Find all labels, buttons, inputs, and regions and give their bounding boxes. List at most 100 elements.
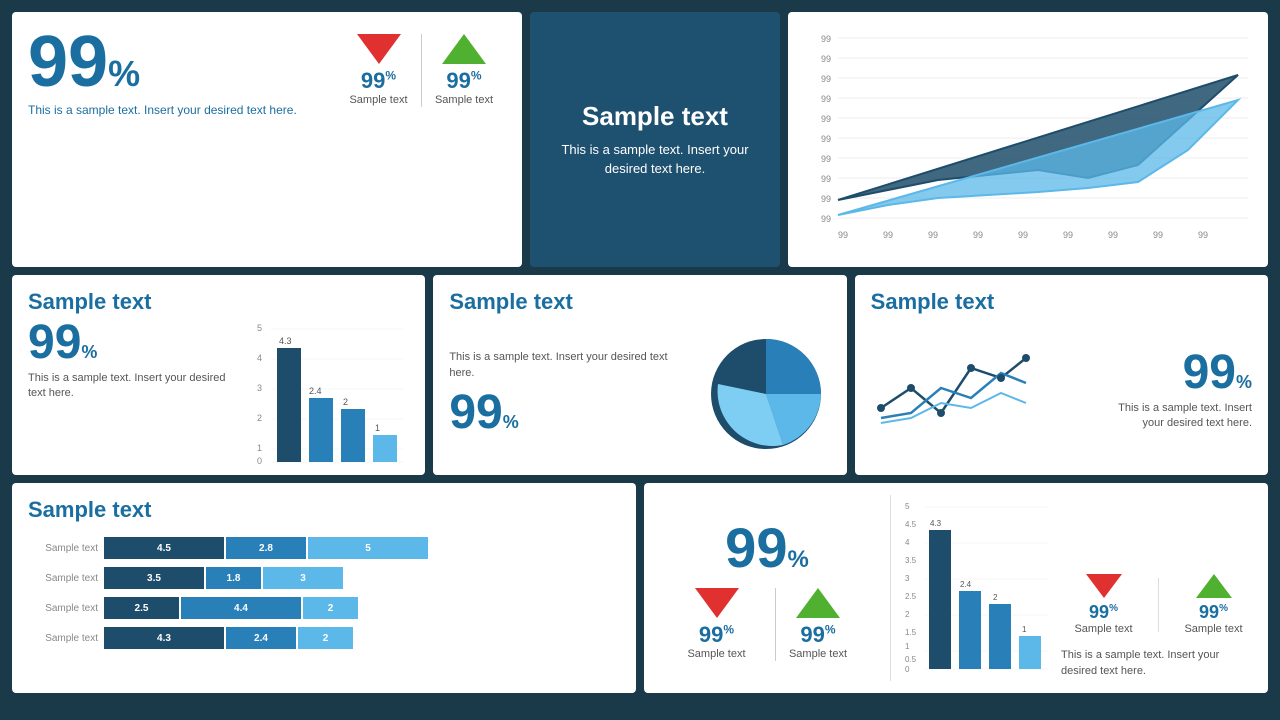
svg-text:99: 99 — [973, 230, 983, 240]
svg-text:5: 5 — [905, 502, 910, 511]
svg-text:99: 99 — [1153, 230, 1163, 240]
arrow-divider — [1158, 578, 1159, 632]
svg-text:1: 1 — [375, 423, 380, 433]
r3c2-left: 99 % 99% Sample text 99% Sample text — [644, 483, 890, 693]
bar-seg-4-1: 4.3 — [104, 627, 224, 649]
r2c1-sign: % — [81, 342, 97, 363]
arrow2-label: Sample text — [435, 94, 493, 107]
r2c1-title: Sample text — [28, 289, 409, 315]
arrow1-sign: % — [385, 69, 396, 83]
svg-text:0: 0 — [257, 456, 262, 466]
r3-arrow1-val: 99 — [699, 622, 723, 647]
svg-text:1: 1 — [1022, 625, 1027, 634]
r2c2-sign: % — [503, 412, 519, 433]
r3-bar-chart: 5 4.5 4 3.5 3 2.5 2 1.5 1 0.5 0 — [903, 497, 1053, 679]
r3-big-pct: 99 — [725, 515, 787, 580]
bar-seg-2-1: 3.5 — [104, 567, 204, 589]
svg-text:1: 1 — [905, 642, 910, 651]
card1-left: 99 % This is a sample text. Insert your … — [28, 26, 336, 119]
svg-text:99: 99 — [928, 230, 938, 240]
svg-text:0: 0 — [905, 665, 910, 672]
svg-text:99: 99 — [821, 54, 831, 64]
r2c3-pct-area: 99 % This is a sample text. Insert your … — [1112, 349, 1252, 432]
card-r2-bar: Sample text 99 % This is a sample text. … — [12, 275, 425, 475]
r2c1-desc: This is a sample text. Insert your desir… — [28, 371, 241, 402]
r2c2-desc: This is a sample text. Insert your desir… — [449, 350, 692, 381]
bar-seg-1-3: 5 — [308, 537, 428, 559]
svg-text:99: 99 — [821, 114, 831, 124]
r3c2-right: 5 4.5 4 3.5 3 2.5 2 1.5 1 0.5 0 — [891, 483, 1268, 693]
arrow1-label: Sample text — [349, 94, 407, 107]
row2: Sample text 99 % This is a sample text. … — [12, 275, 1268, 475]
svg-text:0.5: 0.5 — [905, 655, 917, 664]
card2-desc: This is a sample text. Insert your desir… — [546, 140, 764, 179]
svg-text:99: 99 — [838, 230, 848, 240]
bar-seg-1-2: 2.8 — [226, 537, 306, 559]
svg-text:3: 3 — [905, 574, 910, 583]
svg-text:99: 99 — [1018, 230, 1028, 240]
dashboard: 99 % This is a sample text. Insert your … — [0, 0, 1280, 705]
r3-arrows: 99% Sample text 99% Sample text — [674, 588, 860, 661]
svg-text:99: 99 — [821, 214, 831, 224]
big-percentage: 99 % — [28, 26, 336, 98]
bar-row-4-bars: 4.3 2.4 2 — [104, 627, 353, 649]
svg-text:2.5: 2.5 — [905, 592, 917, 601]
r2c3-desc: This is a sample text. Insert your desir… — [1112, 401, 1252, 432]
svg-text:2: 2 — [257, 413, 262, 423]
svg-text:99: 99 — [1108, 230, 1118, 240]
svg-text:99: 99 — [821, 134, 831, 144]
bar-row-3: Sample text 2.5 4.4 2 — [28, 597, 620, 619]
card1-desc: This is a sample text. Insert your desir… — [28, 102, 336, 119]
svg-text:2.4: 2.4 — [309, 386, 322, 396]
r3-arrow-down-icon — [695, 588, 739, 618]
card-line-chart: 99 99 99 99 99 99 99 99 99 99 — [788, 12, 1268, 267]
card-dark-text: Sample text This is a sample text. Inser… — [530, 12, 780, 267]
r3-arrow-down-block: 99% Sample text — [674, 588, 759, 661]
card2-title: Sample text — [546, 101, 764, 132]
card-r2-line: Sample text — [855, 275, 1268, 475]
r2c3-title: Sample text — [871, 289, 1252, 315]
arrow-up-block: 99% Sample text — [421, 34, 506, 107]
bar-row-1: Sample text 4.5 2.8 5 — [28, 537, 620, 559]
r3c1-title: Sample text — [28, 497, 620, 523]
r2c3-pct: 99 — [1183, 349, 1236, 397]
card-big-pct: 99 % This is a sample text. Insert your … — [12, 12, 522, 267]
svg-text:4: 4 — [257, 353, 262, 363]
r3-right-desc: This is a sample text. Insert your desir… — [1061, 648, 1256, 679]
svg-text:99: 99 — [821, 34, 831, 44]
bar-seg-3-2: 4.4 — [181, 597, 301, 619]
card1-right: 99% Sample text 99% Sample text — [336, 26, 506, 107]
r3-right-arrows: 99% Sample text 99% Sample text — [1061, 574, 1256, 636]
pie-chart-svg — [701, 319, 831, 459]
r3-right-info: 99% Sample text 99% Sample text This is … — [1061, 497, 1256, 679]
bar-row-4-label: Sample text — [28, 633, 98, 644]
bar-row-2-bars: 3.5 1.8 3 — [104, 567, 343, 589]
svg-text:99: 99 — [821, 74, 831, 84]
r3-arrow-up-block: 99% Sample text — [775, 588, 860, 661]
svg-text:99: 99 — [821, 194, 831, 204]
r3-big-sign: % — [787, 546, 808, 574]
r3r-arrow-down-icon — [1086, 574, 1122, 598]
svg-text:99: 99 — [883, 230, 893, 240]
r3-arrow2-sign: % — [825, 623, 836, 637]
arrow1-value: 99 — [361, 68, 385, 93]
card-r3-hbars: Sample text Sample text 4.5 2.8 5 Sample… — [12, 483, 636, 693]
svg-text:99: 99 — [821, 174, 831, 184]
r2c1-pct: 99 — [28, 319, 81, 367]
svg-text:4.3: 4.3 — [279, 336, 292, 346]
bar-row-1-label: Sample text — [28, 543, 98, 554]
r2c2-title: Sample text — [449, 289, 830, 315]
bar-seg-3-3: 2 — [303, 597, 358, 619]
arrow2-value: 99 — [446, 68, 470, 93]
svg-text:1.5: 1.5 — [905, 628, 917, 637]
r2c1-chart: 5 4 3 2 1 0 — [249, 319, 409, 469]
svg-text:4: 4 — [905, 538, 910, 547]
bar-seg-2-2: 1.8 — [206, 567, 261, 589]
pie-chart-area — [701, 319, 831, 464]
card-r2-pie: Sample text This is a sample text. Inser… — [433, 275, 846, 475]
bar-row-2-label: Sample text — [28, 573, 98, 584]
row3: Sample text Sample text 4.5 2.8 5 Sample… — [12, 483, 1268, 693]
r3-arrow2-label: Sample text — [789, 648, 847, 661]
r3r-arrow-up-icon — [1196, 574, 1232, 598]
r3-bar-svg: 5 4.5 4 3.5 3 2.5 2 1.5 1 0.5 0 — [903, 497, 1053, 672]
